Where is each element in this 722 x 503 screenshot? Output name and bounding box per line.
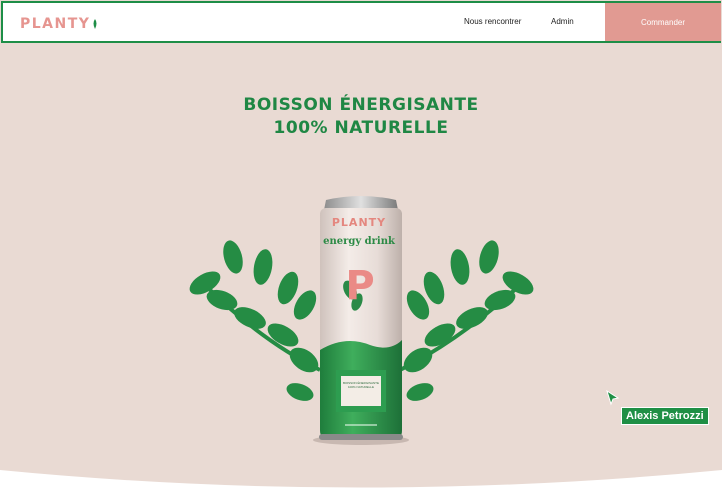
- order-button[interactable]: Commander: [605, 3, 721, 41]
- energy-drink-can: [319, 196, 403, 440]
- brand-logo[interactable]: PLANTY: [20, 16, 98, 32]
- nav-link-meet-us[interactable]: Nous rencontrer: [464, 17, 521, 26]
- hero-section: BOISSON ÉNERGISANTE 100% NATURELLE PLANT…: [0, 0, 722, 503]
- headline-line-2: 100% NATURELLE: [273, 118, 449, 138]
- right-branch: [399, 240, 534, 401]
- can-subtitle-text: energy drink: [323, 236, 395, 247]
- headline-line-1: BOISSON ÉNERGISANTE: [243, 95, 479, 115]
- can-label-line-2: 100% NATURELLE: [348, 385, 374, 389]
- nav-link-admin[interactable]: Admin: [551, 17, 574, 26]
- can-brand-text: PLANTY: [331, 216, 387, 229]
- hero-headline: BOISSON ÉNERGISANTE 100% NATURELLE: [0, 94, 722, 140]
- mouse-pointer-icon: [606, 390, 620, 406]
- top-navbar: PLANTY Nous rencontrer Admin Commander: [1, 1, 721, 43]
- can-label-text: BOISSON ÉNERGISANTE 100% NATURELLE: [342, 381, 380, 389]
- can-letter-logo: P: [345, 263, 375, 309]
- leaf-icon: [93, 19, 97, 29]
- product-illustration: [189, 196, 534, 445]
- logo-text: PLANTY: [20, 16, 91, 32]
- left-branch: [189, 240, 321, 401]
- collaborator-cursor-label: Alexis Petrozzi: [621, 407, 709, 425]
